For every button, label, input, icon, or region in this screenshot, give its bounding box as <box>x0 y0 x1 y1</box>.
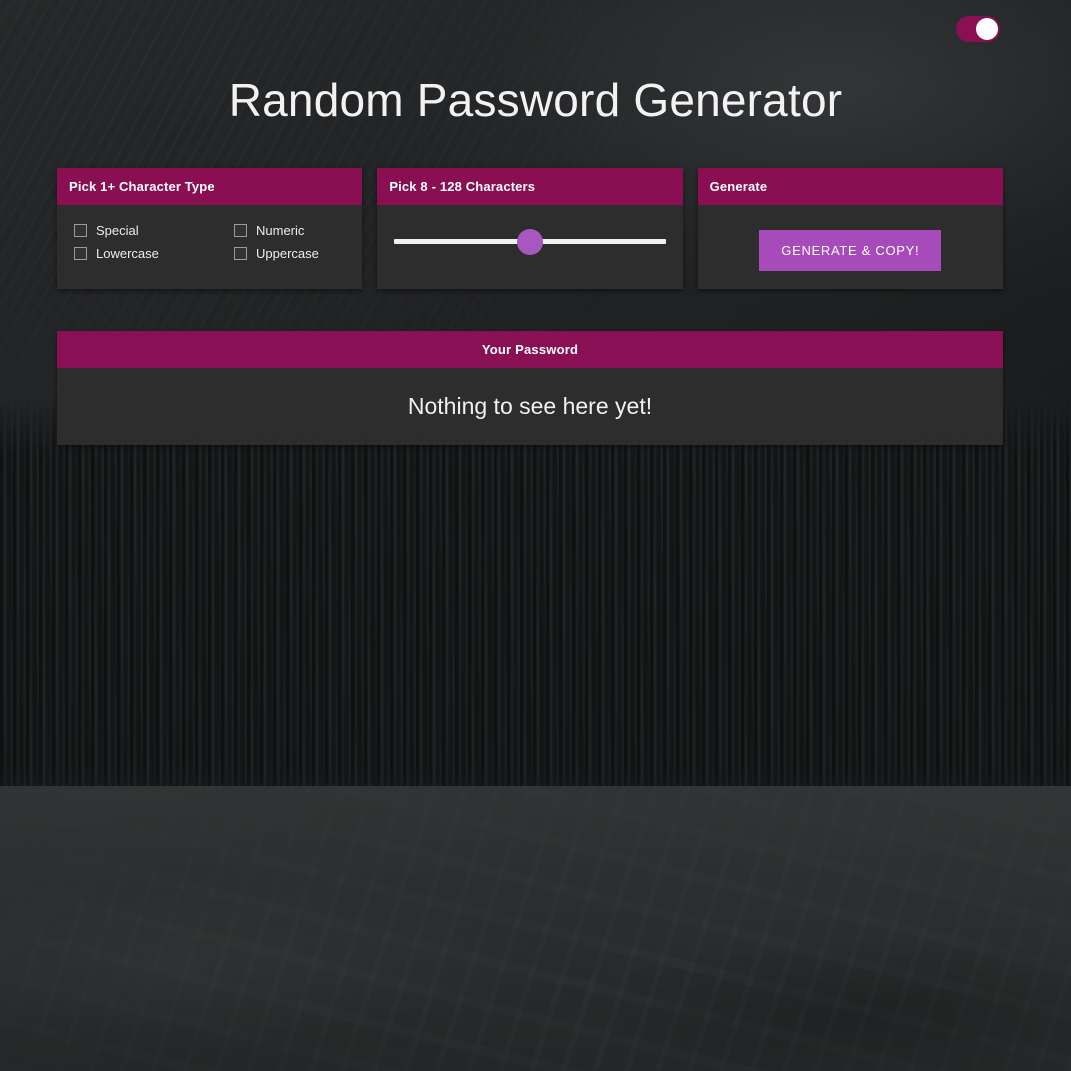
checkbox-item-numeric[interactable]: Numeric <box>234 223 348 238</box>
page-title: Random Password Generator <box>228 74 843 126</box>
checkbox-box-uppercase[interactable] <box>234 247 247 260</box>
checkbox-box-lowercase[interactable] <box>74 247 87 260</box>
character-type-checkbox-grid: Special Numeric Lowercase Uppercase <box>71 221 348 261</box>
password-panel-body: Nothing to see here yet! <box>57 368 1003 445</box>
card-character-type-header: Pick 1+ Character Type <box>57 168 363 205</box>
checkbox-label-lowercase: Lowercase <box>96 246 159 261</box>
checkbox-item-lowercase[interactable]: Lowercase <box>74 246 234 261</box>
card-length-header: Pick 8 - 128 Characters <box>377 168 683 205</box>
checkbox-box-special[interactable] <box>74 224 87 237</box>
card-generate-header: Generate <box>697 168 1003 205</box>
checkbox-item-uppercase[interactable]: Uppercase <box>234 246 348 261</box>
checkbox-box-numeric[interactable] <box>234 224 247 237</box>
card-length: Pick 8 - 128 Characters <box>377 168 683 289</box>
password-panel: Your Password Nothing to see here yet! <box>57 331 1003 445</box>
checkbox-label-uppercase: Uppercase <box>256 246 319 261</box>
theme-toggle[interactable] <box>956 16 1000 42</box>
card-length-body <box>377 205 682 280</box>
checkbox-label-special: Special <box>96 223 139 238</box>
length-slider-area <box>391 221 668 256</box>
checkbox-item-special[interactable]: Special <box>74 223 234 238</box>
checkbox-label-numeric: Numeric <box>256 223 305 238</box>
card-generate: Generate GENERATE & COPY! <box>697 168 1003 289</box>
theme-toggle-wrapper <box>956 16 1000 42</box>
card-character-type-body: Special Numeric Lowercase Uppercase <box>57 205 362 280</box>
card-character-type: Pick 1+ Character Type Special Numeric L… <box>57 168 363 289</box>
generate-button-wrapper: GENERATE & COPY! <box>712 221 989 271</box>
password-output-text: Nothing to see here yet! <box>407 393 653 419</box>
generate-and-copy-button[interactable]: GENERATE & COPY! <box>759 230 942 271</box>
card-generate-body: GENERATE & COPY! <box>698 205 1003 289</box>
password-panel-header: Your Password <box>57 331 1003 368</box>
length-slider-thumb[interactable] <box>516 228 543 255</box>
app-root: Random Password Generator Pick 1+ Charac… <box>0 0 1071 1071</box>
theme-toggle-knob <box>976 18 998 40</box>
length-slider-track[interactable] <box>394 228 666 255</box>
option-cards-row: Pick 1+ Character Type Special Numeric L… <box>57 168 1003 289</box>
